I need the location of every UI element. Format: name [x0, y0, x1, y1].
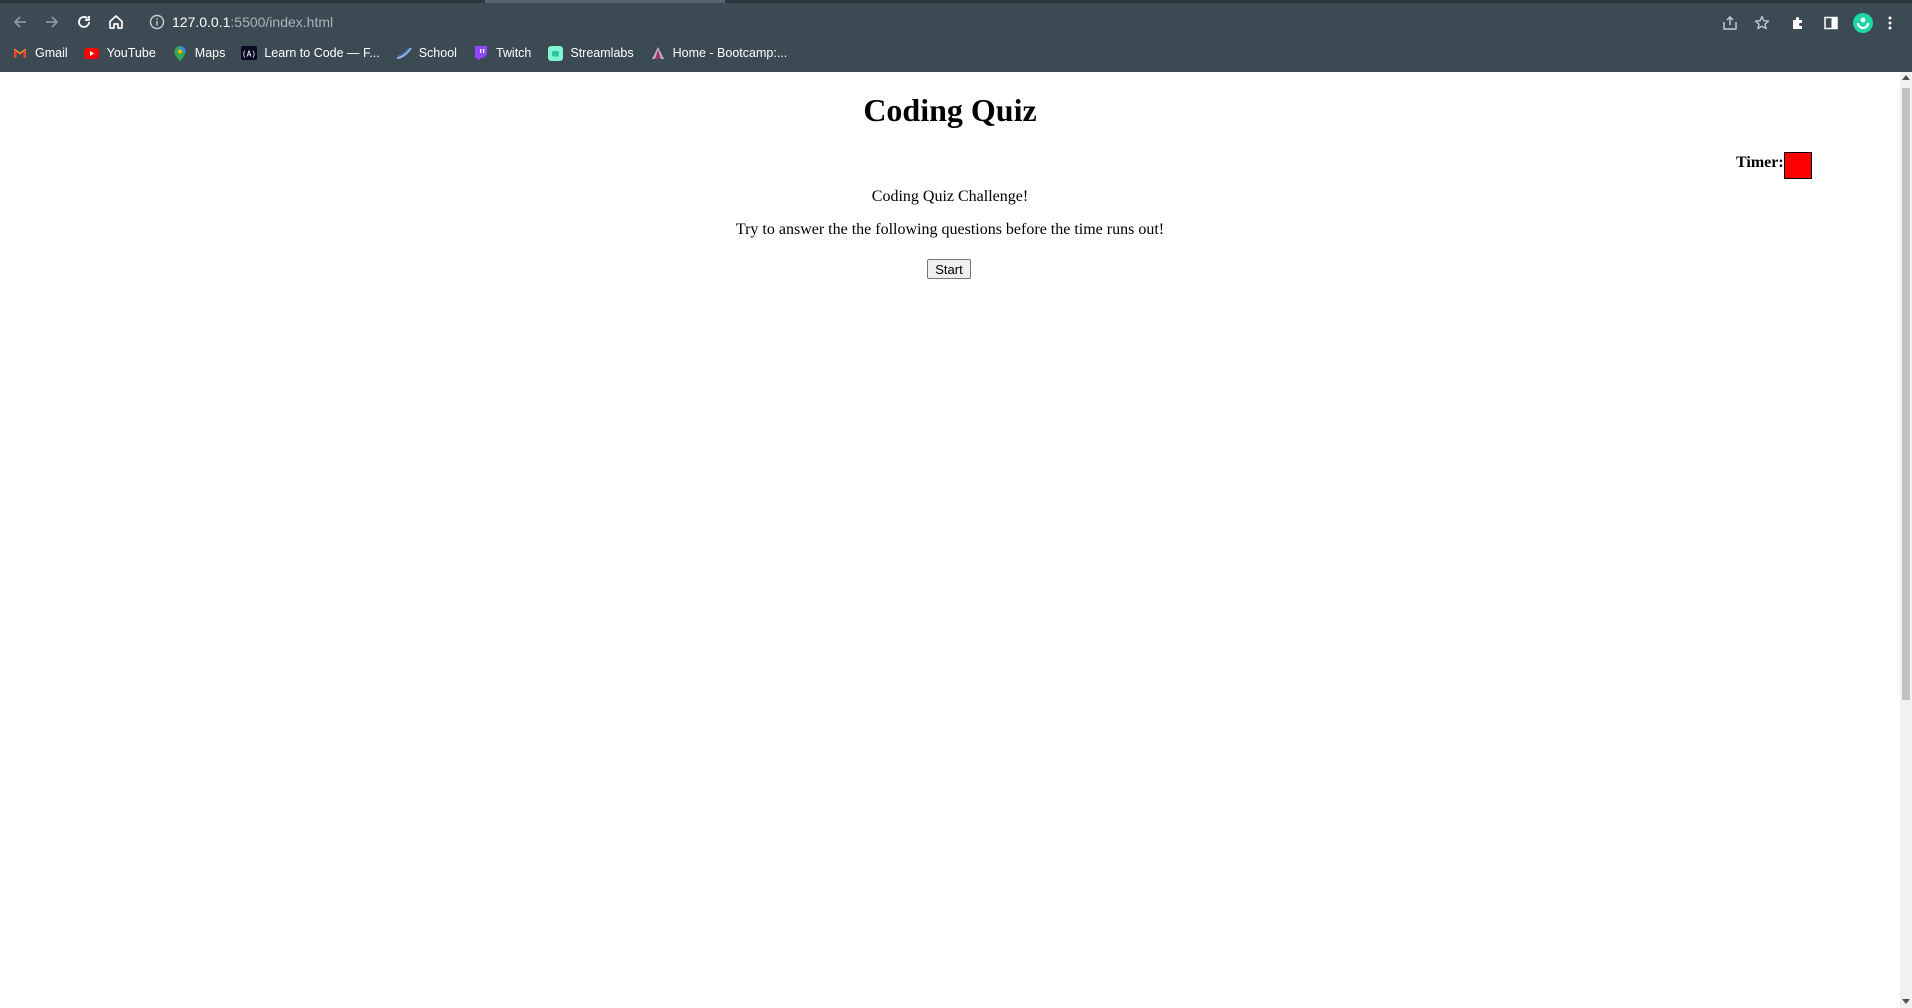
bookmark-gmail[interactable]: Gmail: [12, 45, 68, 61]
reload-icon: [78, 16, 90, 28]
page-viewport: Coding Quiz Timer: Coding Quiz Challenge…: [0, 72, 1900, 1008]
bookmark-label: Twitch: [495, 46, 532, 60]
forward-arrow-icon: [46, 16, 59, 28]
url-text[interactable]: 127.0.0.1:5500/index.html: [172, 13, 333, 31]
svg-text:(A): (A): [242, 50, 256, 59]
home-button[interactable]: [104, 10, 128, 34]
url-host: 127.0.0.1: [172, 14, 231, 30]
bookmark-school[interactable]: School: [396, 45, 457, 61]
scroll-down-arrow-icon[interactable]: [1902, 999, 1910, 1004]
back-arrow-icon: [13, 16, 26, 28]
maps-icon: [172, 45, 188, 61]
timer: Timer:: [1736, 152, 1812, 179]
bookmark-maps[interactable]: Maps: [172, 45, 226, 61]
reload-button[interactable]: [72, 10, 96, 34]
share-button[interactable]: [1718, 11, 1742, 35]
bookmarks-bar: Gmail YouTube Maps (A) Learn to Code — F…: [0, 42, 1912, 64]
browser-chrome: 127.0.0.1:5500/index.html Gmail YouTube: [0, 0, 1912, 72]
kebab-menu-icon: [1888, 16, 1892, 30]
bookmark-label: School: [418, 46, 457, 60]
home-icon: [109, 15, 123, 29]
side-panel-button[interactable]: [1819, 11, 1843, 35]
scroll-up-arrow-icon[interactable]: [1902, 75, 1910, 80]
url-path: :5500/index.html: [230, 14, 334, 30]
page-title: Coding Quiz: [863, 92, 1037, 128]
bookmark-star-button[interactable]: [1750, 11, 1774, 35]
profile-button[interactable]: [1851, 11, 1875, 35]
streamlabs-icon: [547, 45, 563, 61]
extensions-button[interactable]: [1786, 11, 1810, 35]
bookmark-bootcamp[interactable]: Home - Bootcamp:...: [650, 45, 788, 61]
bookmark-freecodecamp[interactable]: (A) Learn to Code — F...: [241, 45, 380, 61]
timer-display: [1783, 152, 1812, 179]
browser-toolbar: 127.0.0.1:5500/index.html: [0, 6, 1912, 36]
bookmark-label: Maps: [194, 46, 226, 60]
active-tab-indicator: [485, 0, 725, 3]
youtube-icon: [84, 45, 100, 61]
freecodecamp-icon: (A): [241, 45, 258, 61]
tab-strip: [0, 0, 1912, 3]
bootcamp-icon: [650, 45, 666, 61]
site-info-icon[interactable]: [148, 13, 166, 31]
share-icon: [1723, 16, 1737, 30]
forward-button[interactable]: [40, 10, 64, 34]
address-bar[interactable]: 127.0.0.1:5500/index.html: [136, 7, 1836, 37]
bookmark-twitch[interactable]: Twitch: [473, 45, 531, 61]
bookmark-label: Streamlabs: [570, 46, 634, 60]
timer-label: Timer:: [1736, 154, 1784, 171]
profile-avatar-icon: [1853, 13, 1873, 33]
bookmark-streamlabs[interactable]: Streamlabs: [547, 45, 634, 61]
instructions-text: Try to answer the the following question…: [735, 221, 1165, 238]
intro-section: Coding Quiz Challenge! Try to answer the…: [0, 188, 1900, 239]
back-button[interactable]: [8, 10, 32, 34]
challenge-heading: Coding Quiz Challenge!: [871, 188, 1029, 205]
browser-menu-button[interactable]: [1882, 11, 1898, 35]
star-icon: [1754, 15, 1770, 30]
bookmark-label: Gmail: [35, 46, 68, 60]
scrollbar-thumb[interactable]: [1902, 88, 1910, 700]
side-panel-icon: [1824, 16, 1838, 30]
start-button[interactable]: Start: [927, 259, 971, 279]
bookmark-label: YouTube: [106, 46, 156, 60]
twitch-icon: [473, 45, 489, 61]
bookmark-label: Home - Bootcamp:...: [672, 46, 788, 60]
gmail-icon: [12, 45, 28, 61]
school-icon: [396, 45, 412, 61]
page-scrollbar[interactable]: [1900, 72, 1912, 1008]
bookmark-label: Learn to Code — F...: [264, 46, 380, 60]
puzzle-icon: [1793, 17, 1802, 29]
bookmark-youtube[interactable]: YouTube: [84, 45, 156, 61]
